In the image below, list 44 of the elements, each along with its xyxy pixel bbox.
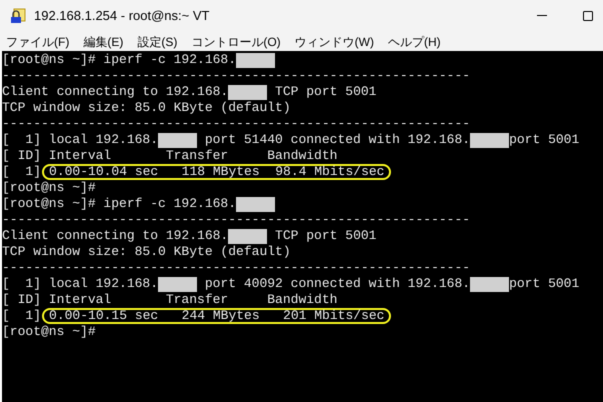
- highlighted-result: 0.00-10.15 sec 244 MBytes 201 Mbits/sec: [42, 308, 392, 324]
- menu-item[interactable]: コントロール(O): [191, 32, 281, 50]
- redaction-block: [470, 132, 510, 148]
- minimize-icon: [537, 15, 547, 17]
- terminal-text: ------------------------------------------------------------: [2, 68, 470, 84]
- terminal-text: [ ID] Interval Transfer Bandwidth: [2, 148, 338, 164]
- terminal-text: Client connecting to 192.168.: [2, 84, 228, 100]
- redaction-block: [228, 84, 268, 100]
- redaction-block: [236, 52, 276, 68]
- terminal-text: ------------------------------------------------------------: [2, 116, 470, 132]
- redaction-block: [158, 132, 198, 148]
- menu-item[interactable]: 編集(E): [83, 32, 124, 50]
- terminal-text: Client connecting to 192.168.: [2, 228, 228, 244]
- menu-item[interactable]: ウィンドウ(W): [294, 32, 374, 50]
- terminal-text: [ 1]: [2, 164, 42, 180]
- highlighted-result: 0.00-10.04 sec 118 MBytes 98.4 Mbits/sec: [42, 164, 392, 180]
- terminal-text: [ ID] Interval Transfer Bandwidth: [2, 292, 338, 308]
- menu-item[interactable]: 設定(S): [137, 32, 178, 50]
- redaction-block: [158, 276, 198, 292]
- terminal-text: port 5001: [509, 132, 580, 148]
- terminal-text: port 51440 connected with 192.168.: [204, 132, 470, 148]
- redaction-block: [228, 228, 268, 244]
- terminal-text: [root@ns ~]# iperf -c 192.168.: [2, 52, 236, 68]
- terminal-text: ------------------------------------------------------------: [2, 260, 470, 276]
- terminal-text: TCP port 5001: [274, 228, 376, 244]
- terminal-text: [root@ns ~]#: [2, 180, 96, 196]
- terminal-text: [ 1]: [2, 308, 42, 324]
- redaction-block: [236, 196, 276, 212]
- maximize-icon: [583, 11, 593, 21]
- menu-item[interactable]: ヘルプ(H): [388, 32, 441, 50]
- window-title: 192.168.1.254 - root@ns:~ VT: [34, 7, 210, 26]
- terminal-text: TCP window size: 85.0 KByte (default): [2, 244, 291, 260]
- terminal-text: ------------------------------------------------------------: [2, 212, 470, 228]
- terminal-text: port 40092 connected with 192.168.: [204, 276, 470, 292]
- terminal-text: [root@ns ~]# iperf -c 192.168.: [2, 196, 236, 212]
- terminal-text: [root@ns ~]#: [2, 324, 96, 340]
- terminal-text: [ 1] local 192.168.: [2, 276, 158, 292]
- terminal-text: TCP port 5001: [274, 84, 376, 100]
- terminal-text: TCP window size: 85.0 KByte (default): [2, 100, 291, 116]
- menu-item[interactable]: ファイル(F): [6, 32, 70, 50]
- redaction-block: [470, 276, 510, 292]
- padlock-icon: [10, 8, 26, 24]
- terminal-text: port 5001: [509, 276, 580, 292]
- terminal-text: [ 1] local 192.168.: [2, 132, 158, 148]
